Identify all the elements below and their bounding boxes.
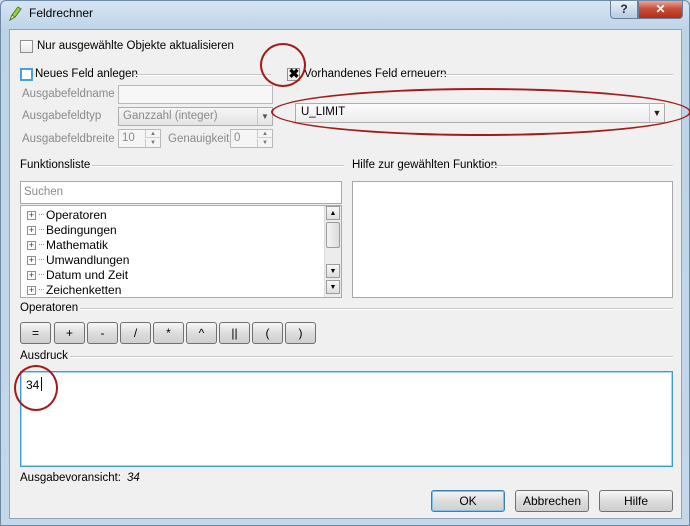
- function-list-line: [92, 165, 344, 167]
- output-field-width-value: 10: [122, 132, 135, 144]
- ok-button[interactable]: OK: [431, 490, 505, 512]
- tree-item-conditions[interactable]: + Bedingungen: [27, 223, 117, 238]
- expression-line: [70, 356, 673, 358]
- existing-field-group-line: [441, 74, 673, 76]
- operator-close-paren-button[interactable]: ): [285, 322, 316, 344]
- expand-icon[interactable]: +: [27, 226, 36, 235]
- check-icon: ✖: [288, 66, 300, 81]
- existing-field-value: U_LIMIT: [301, 106, 346, 118]
- expand-icon[interactable]: +: [27, 286, 36, 295]
- tree-item-math[interactable]: + Mathematik: [27, 238, 108, 253]
- output-field-width-spinbox[interactable]: 10 ▲ ▼: [118, 129, 161, 148]
- output-preview-label: Ausgabevoransicht:: [20, 472, 122, 484]
- chevron-down-icon[interactable]: ▼: [649, 104, 664, 122]
- output-field-type-label: Ausgabefeldtyp: [22, 110, 102, 122]
- expand-icon[interactable]: +: [27, 256, 36, 265]
- existing-field-select[interactable]: U_LIMIT ▼: [295, 103, 665, 123]
- output-field-type-select[interactable]: Ganzzahl (integer) ▼: [118, 107, 273, 126]
- existing-field-label: Vorhandenes Feld erneuern: [304, 68, 447, 80]
- tree-item-conversions[interactable]: + Umwandlungen: [27, 253, 129, 268]
- operator-button-row: = + - / * ^ || ( ): [20, 322, 320, 346]
- help-button[interactable]: Hilfe: [599, 490, 673, 512]
- new-field-label: Neues Feld anlegen: [35, 68, 138, 80]
- dialog-body: Nur ausgewählte Objekte aktualisieren Ne…: [9, 29, 682, 519]
- tree-item-operators[interactable]: + Operatoren: [27, 208, 107, 223]
- expression-label: Ausdruck: [20, 350, 68, 362]
- function-list-label: Funktionsliste: [20, 159, 91, 171]
- cancel-button[interactable]: Abbrechen: [515, 490, 589, 512]
- spin-up-icon[interactable]: ▲: [145, 130, 160, 138]
- scroll-down-icon[interactable]: ▼: [326, 264, 340, 278]
- precision-value: 0: [234, 132, 241, 144]
- only-selected-label: Nur ausgewählte Objekte aktualisieren: [37, 40, 234, 52]
- pencil-icon: [8, 6, 22, 22]
- scroll-thumb[interactable]: [326, 222, 340, 248]
- spin-down-icon[interactable]: ▼: [257, 139, 272, 147]
- output-field-width-label: Ausgabefeldbreite: [22, 133, 115, 145]
- window-title: Feldrechner: [29, 6, 94, 20]
- dialog-window: Feldrechner ? ✕ Nur ausgewählte Objekte …: [0, 0, 690, 526]
- expression-textarea[interactable]: 34: [20, 371, 673, 467]
- precision-label: Genauigkeit: [168, 133, 230, 145]
- new-field-checkbox[interactable]: [20, 68, 33, 81]
- operator-minus-button[interactable]: -: [87, 322, 118, 344]
- expand-icon[interactable]: +: [27, 211, 36, 220]
- operator-equals-button[interactable]: =: [20, 322, 51, 344]
- only-selected-checkbox[interactable]: [20, 40, 33, 53]
- operators-label: Operatoren: [20, 302, 79, 314]
- operator-plus-button[interactable]: +: [54, 322, 85, 344]
- text-caret: [41, 377, 42, 391]
- function-search-placeholder: Suchen: [24, 186, 64, 198]
- spin-down-icon[interactable]: ▼: [145, 139, 160, 147]
- existing-field-checkbox[interactable]: ✖: [287, 66, 300, 81]
- tree-item-strings[interactable]: + Zeichenketten: [27, 283, 121, 298]
- function-search-input[interactable]: Suchen: [20, 181, 342, 204]
- function-help-line: [491, 165, 673, 167]
- expand-icon[interactable]: +: [27, 241, 36, 250]
- window-close-button[interactable]: ✕: [638, 1, 683, 19]
- output-field-name-input[interactable]: [118, 85, 273, 104]
- operator-multiply-button[interactable]: *: [153, 322, 184, 344]
- output-field-name-label: Ausgabefeldname: [22, 88, 115, 100]
- output-field-type-value: Ganzzahl (integer): [123, 110, 218, 122]
- expression-text: 34: [26, 378, 40, 392]
- function-help-label: Hilfe zur gewählten Funktion: [352, 159, 498, 171]
- operator-power-button[interactable]: ^: [186, 322, 217, 344]
- output-preview-value: 34: [127, 472, 140, 484]
- operator-open-paren-button[interactable]: (: [252, 322, 283, 344]
- expand-icon[interactable]: +: [27, 271, 36, 280]
- spin-up-icon[interactable]: ▲: [257, 130, 272, 138]
- function-help-panel: [352, 181, 673, 298]
- title-bar[interactable]: Feldrechner ? ✕: [1, 1, 689, 27]
- scroll-down-icon[interactable]: ▼: [326, 280, 340, 294]
- new-field-group-line: [134, 74, 271, 76]
- scroll-up-icon[interactable]: ▲: [326, 206, 340, 220]
- function-tree[interactable]: + Operatoren + Bedingungen + Mathematik + Um…: [20, 205, 342, 298]
- operator-concat-button[interactable]: ||: [219, 322, 250, 344]
- function-tree-scrollbar[interactable]: ▲ ▼ ▼: [324, 206, 341, 297]
- precision-spinbox[interactable]: 0 ▲ ▼: [230, 129, 273, 148]
- operators-line: [80, 308, 673, 310]
- window-help-button[interactable]: ?: [610, 1, 638, 19]
- operator-divide-button[interactable]: /: [120, 322, 151, 344]
- chevron-down-icon: ▼: [257, 108, 272, 125]
- tree-item-date-time[interactable]: + Datum und Zeit: [27, 268, 128, 283]
